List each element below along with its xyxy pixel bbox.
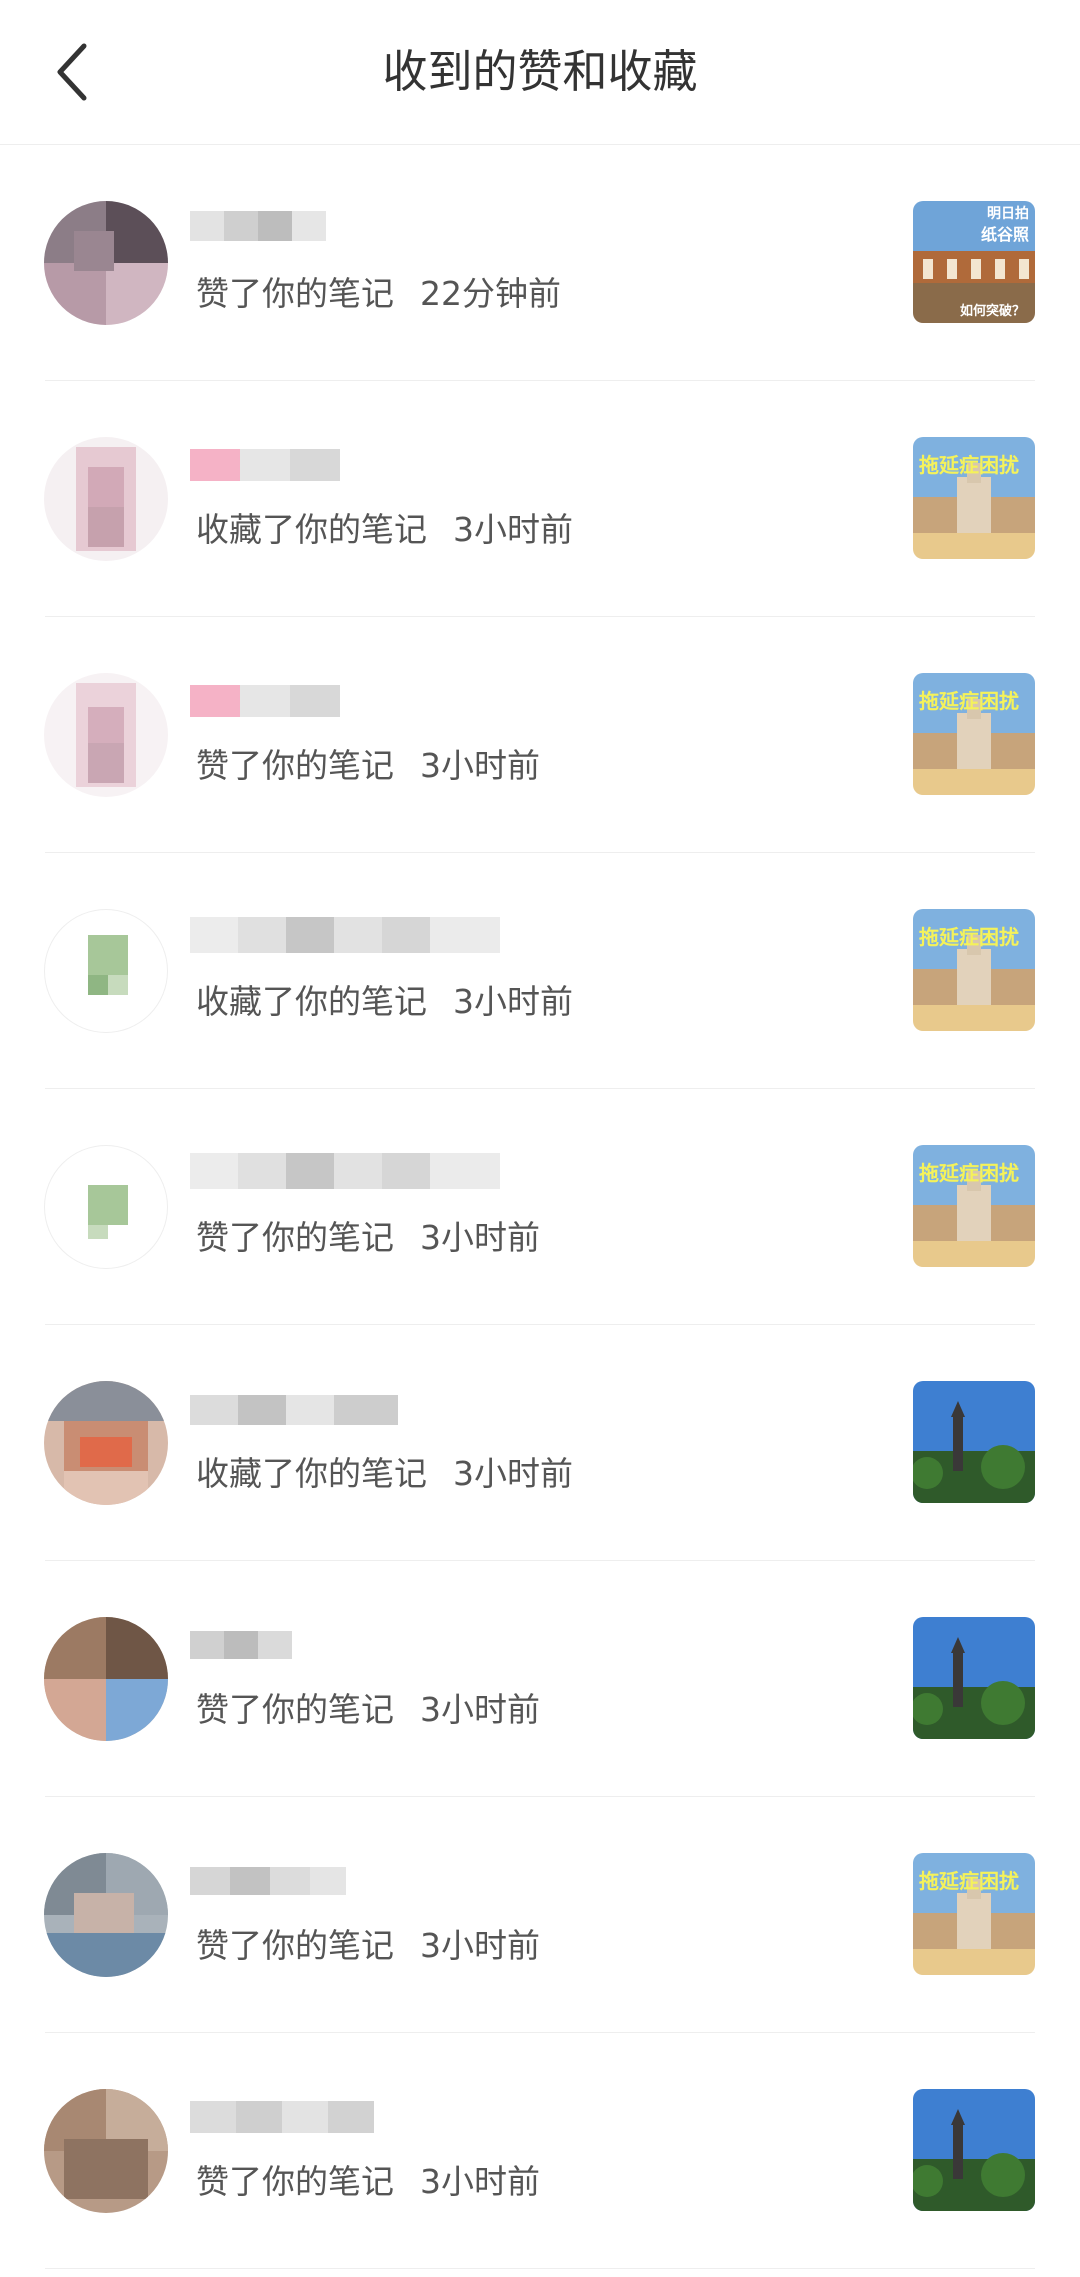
chevron-left-icon: [57, 43, 87, 101]
avatar[interactable]: [44, 201, 168, 325]
action-label: 赞了你的笔记: [196, 1690, 394, 1729]
username-blurred[interactable]: [190, 1855, 360, 1903]
note-thumbnail[interactable]: [913, 1381, 1035, 1503]
username-blurred[interactable]: [190, 1619, 330, 1667]
timestamp: 3小时前: [453, 982, 573, 1021]
thumb-caption: 拖延症困扰: [919, 925, 1019, 949]
divider: [45, 2268, 1035, 2269]
timestamp: 3小时前: [453, 510, 573, 549]
note-thumbnail[interactable]: 拖延症困扰: [913, 437, 1035, 559]
action-label: 赞了你的笔记: [196, 1926, 394, 1965]
list-item[interactable]: 收藏了你的笔记 3小时前: [0, 1325, 1080, 1561]
action-label: 收藏了你的笔记: [196, 510, 427, 549]
thumb-caption: 拖延症困扰: [919, 689, 1019, 713]
username-blurred[interactable]: [190, 1147, 510, 1195]
notification-text: 收藏了你的笔记 3小时前: [196, 503, 573, 551]
note-thumbnail[interactable]: 明日拍 纸谷照 如何突破？: [913, 201, 1035, 323]
list-item[interactable]: 赞了你的笔记 3小时前 拖延症困扰: [0, 1089, 1080, 1325]
username-blurred[interactable]: [190, 1383, 420, 1431]
notification-text: 赞了你的笔记 22分钟前: [196, 267, 561, 315]
avatar[interactable]: [44, 1381, 168, 1505]
thumb-caption: 如何突破？: [959, 304, 1025, 319]
timestamp: 3小时前: [420, 2162, 540, 2201]
notification-text: 赞了你的笔记 3小时前: [196, 1211, 540, 1259]
timestamp: 3小时前: [420, 746, 540, 785]
thumb-caption: 拖延症困扰: [919, 453, 1019, 477]
note-thumbnail[interactable]: [913, 2089, 1035, 2211]
note-thumbnail[interactable]: [913, 1617, 1035, 1739]
action-label: 赞了你的笔记: [196, 1218, 394, 1257]
username-blurred[interactable]: [190, 675, 370, 723]
notification-text: 收藏了你的笔记 3小时前: [196, 975, 573, 1023]
action-label: 赞了你的笔记: [196, 2162, 394, 2201]
thumb-caption: 拖延症困扰: [919, 1869, 1019, 1893]
timestamp: 3小时前: [453, 1454, 573, 1493]
thumb-caption: 拖延症困扰: [919, 1161, 1019, 1185]
notification-text: 赞了你的笔记 3小时前: [196, 1919, 540, 1967]
action-label: 赞了你的笔记: [196, 274, 394, 313]
timestamp: 3小时前: [420, 1218, 540, 1257]
note-thumbnail[interactable]: 拖延症困扰: [913, 1145, 1035, 1267]
thumb-caption: 明日拍: [987, 206, 1029, 222]
top-bar: 收到的赞和收藏: [0, 0, 1080, 145]
notification-text: 收藏了你的笔记 3小时前: [196, 1447, 573, 1495]
note-thumbnail[interactable]: 拖延症困扰: [913, 909, 1035, 1031]
page-title: 收到的赞和收藏: [382, 45, 698, 98]
list-item[interactable]: 赞了你的笔记 22分钟前 明日拍 纸谷照 如何突破？: [0, 145, 1080, 381]
action-label: 赞了你的笔记: [196, 746, 394, 785]
username-blurred[interactable]: [190, 911, 510, 959]
notification-list: 赞了你的笔记 22分钟前 明日拍 纸谷照 如何突破？ 收藏了你的笔记 3小时前 …: [0, 145, 1080, 2269]
avatar[interactable]: [44, 909, 168, 1033]
list-item[interactable]: 赞了你的笔记 3小时前 拖延症困扰: [0, 1797, 1080, 2033]
avatar[interactable]: [44, 2089, 168, 2213]
avatar[interactable]: [44, 673, 168, 797]
action-label: 收藏了你的笔记: [196, 1454, 427, 1493]
back-button[interactable]: [36, 36, 108, 108]
list-item[interactable]: 赞了你的笔记 3小时前: [0, 1561, 1080, 1797]
timestamp: 3小时前: [420, 1926, 540, 1965]
thumb-caption: 纸谷照: [980, 225, 1029, 244]
notification-text: 赞了你的笔记 3小时前: [196, 2155, 540, 2203]
avatar[interactable]: [44, 437, 168, 561]
timestamp: 22分钟前: [420, 274, 561, 313]
note-thumbnail[interactable]: 拖延症困扰: [913, 1853, 1035, 1975]
avatar[interactable]: [44, 1145, 168, 1269]
username-blurred[interactable]: [190, 203, 330, 251]
list-item[interactable]: 收藏了你的笔记 3小时前 拖延症困扰: [0, 381, 1080, 617]
notification-text: 赞了你的笔记 3小时前: [196, 739, 540, 787]
list-item[interactable]: 赞了你的笔记 3小时前: [0, 2033, 1080, 2269]
list-item[interactable]: 赞了你的笔记 3小时前 拖延症困扰: [0, 617, 1080, 853]
list-item[interactable]: 收藏了你的笔记 3小时前 拖延症困扰: [0, 853, 1080, 1089]
username-blurred[interactable]: [190, 439, 370, 487]
action-label: 收藏了你的笔记: [196, 982, 427, 1021]
timestamp: 3小时前: [420, 1690, 540, 1729]
note-thumbnail[interactable]: 拖延症困扰: [913, 673, 1035, 795]
notification-text: 赞了你的笔记 3小时前: [196, 1683, 540, 1731]
avatar[interactable]: [44, 1617, 168, 1741]
username-blurred[interactable]: [190, 2091, 390, 2139]
avatar[interactable]: [44, 1853, 168, 1977]
